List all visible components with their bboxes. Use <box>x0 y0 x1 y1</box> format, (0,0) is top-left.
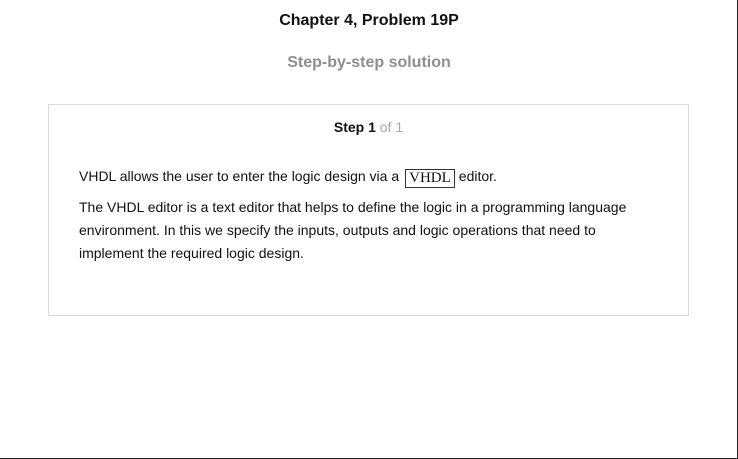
boxed-term: VHDL <box>405 169 455 188</box>
step-card: Step 1 of 1 VHDL allows the user to ente… <box>48 104 689 316</box>
step-header: Step 1 of 1 <box>49 119 688 135</box>
page-title: Chapter 4, Problem 19P <box>279 12 459 29</box>
paragraph-1-lead-text: VHDL allows the user to enter the logic … <box>79 168 400 184</box>
step-label: Step 1 <box>333 119 376 135</box>
paragraph-1-tail-text: editor. <box>458 168 497 184</box>
step-paragraph-2: The VHDL editor is a text editor that he… <box>79 199 627 261</box>
step-count: of 1 <box>379 119 404 135</box>
step-paragraph-1: VHDL allows the user to enter the logic … <box>79 165 659 188</box>
step-body: VHDL allows the user to enter the logic … <box>79 165 659 265</box>
page-subtitle: Step-by-step solution <box>287 54 451 71</box>
